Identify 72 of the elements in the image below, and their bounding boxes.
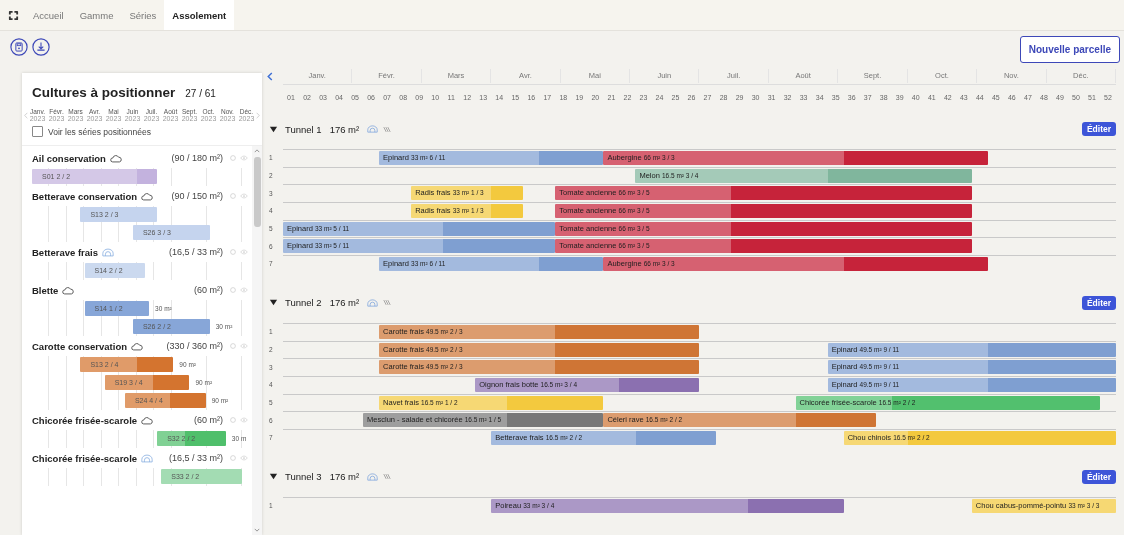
cloud-icon (109, 153, 122, 163)
chevron-right-icon[interactable] (256, 111, 260, 119)
cloud-icon (141, 415, 154, 425)
irrigation-icon (383, 299, 392, 307)
new-plot-button[interactable]: Nouvelle parcelle (1019, 36, 1120, 63)
radio-icon[interactable] (230, 155, 236, 161)
crop-name: Chicorée frisée-scarole (32, 414, 138, 426)
tunnel-icon (367, 298, 379, 307)
cloud-icon (141, 191, 154, 201)
irrigation-icon (383, 473, 392, 481)
plot-name: Tunnel 2 (285, 297, 322, 309)
scrollbar[interactable] (252, 146, 262, 535)
crop-area: (90 / 180 m²) (171, 153, 223, 163)
eye-icon[interactable] (240, 343, 248, 349)
checkbox[interactable] (32, 126, 43, 137)
plot-name: Tunnel 3 (285, 471, 322, 483)
crop-area: (16,5 / 33 m²) (168, 453, 223, 463)
crop-name: Ail conservation (32, 152, 106, 164)
nav-tab[interactable]: Accueil (25, 0, 72, 30)
radio-icon[interactable] (230, 343, 236, 349)
crop-name: Blette (32, 284, 59, 296)
crop-count: 27 / 61 (185, 88, 216, 99)
chevron-left-icon[interactable] (24, 111, 28, 119)
collapse-toggle[interactable] (269, 298, 278, 308)
eye-icon[interactable] (240, 455, 248, 461)
tunnel-icon (367, 125, 379, 133)
plot-area: 176 m² (329, 471, 360, 483)
radio-icon[interactable] (230, 249, 236, 255)
tunnel-icon (367, 472, 379, 481)
crop-area: (330 / 360 m²) (166, 341, 223, 351)
crop-name: Betterave conservation (32, 190, 138, 202)
plot-area: 176 m² (329, 123, 360, 135)
crop-area: (90 / 150 m²) (171, 191, 223, 201)
crop-area: (60 m²) (194, 285, 223, 295)
crop-name: Carotte conservation (32, 340, 128, 352)
nav-tab[interactable]: Séries (121, 0, 165, 30)
crop-area: (16,5 / 33 m²) (168, 247, 223, 257)
tunnel-icon (102, 247, 114, 257)
previous-button[interactable] (267, 71, 273, 81)
scroll-down-icon[interactable] (254, 528, 260, 532)
edit-button[interactable]: Éditer (1081, 469, 1116, 484)
cloud-icon (131, 341, 144, 351)
radio-icon[interactable] (230, 287, 236, 293)
save-button[interactable] (10, 38, 28, 56)
radio-icon[interactable] (230, 455, 236, 461)
logo-icon[interactable] (8, 9, 19, 21)
crop-area: (60 m²) (194, 415, 223, 425)
eye-icon[interactable] (240, 249, 248, 255)
irrigation-icon (383, 125, 392, 133)
nav-tab[interactable]: Gamme (71, 0, 122, 30)
panel-title: Cultures à positionner (32, 85, 176, 100)
eye-icon[interactable] (240, 287, 248, 293)
plot-name: Tunnel 1 (285, 123, 322, 135)
cloud-icon (62, 285, 75, 295)
nav-tab[interactable]: Assolement (164, 0, 235, 30)
eye-icon[interactable] (240, 193, 248, 199)
eye-icon[interactable] (240, 155, 248, 161)
collapse-toggle[interactable] (269, 472, 278, 482)
radio-icon[interactable] (230, 193, 236, 199)
plot-area: 176 m² (329, 297, 360, 309)
eye-icon[interactable] (240, 417, 248, 423)
collapse-toggle[interactable] (269, 124, 278, 134)
tunnel-icon (141, 453, 154, 463)
download-button[interactable] (32, 38, 50, 56)
crop-name: Chicorée frisée-scarole (32, 452, 138, 464)
scrollbar-thumb[interactable] (253, 157, 261, 227)
radio-icon[interactable] (230, 417, 236, 423)
checkbox-label: Voir les séries positionnées (48, 126, 151, 137)
scroll-up-icon[interactable] (254, 149, 260, 153)
crop-name: Betterave frais (32, 246, 98, 258)
edit-button[interactable]: Éditer (1081, 122, 1116, 136)
edit-button[interactable]: Éditer (1081, 295, 1116, 310)
